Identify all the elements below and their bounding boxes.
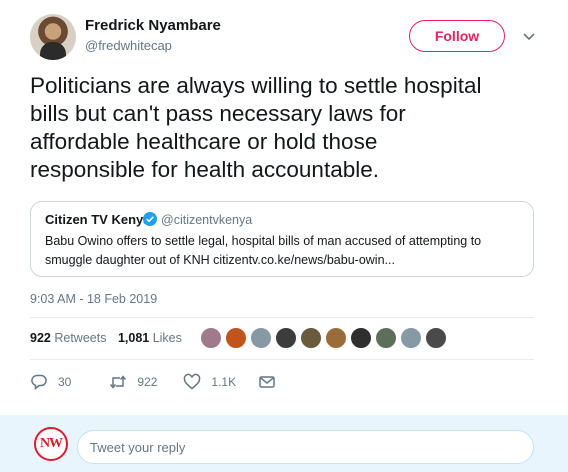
likes-stat[interactable]: 1,081 Likes: [118, 331, 182, 345]
reply-icon: [31, 374, 47, 391]
retweet-count: 922: [137, 375, 158, 389]
like-action[interactable]: 1.1K: [183, 373, 236, 391]
liker-avatar[interactable]: [249, 326, 273, 350]
retweets-label: Retweets: [54, 331, 107, 345]
reply-input[interactable]: Tweet your reply: [77, 430, 534, 464]
retweets-stat[interactable]: 922 Retweets: [30, 331, 106, 345]
liker-avatar[interactable]: [274, 326, 298, 350]
tweet-text: Politicians are always willing to settle…: [30, 72, 550, 184]
liker-avatar[interactable]: [374, 326, 398, 350]
tweet-text-line: responsible for health accountable.: [30, 157, 379, 182]
quoted-author-handle: @citizentvkenya: [161, 213, 253, 227]
quoted-text-line: smuggle daughter out of KNH citizentv.co…: [45, 253, 395, 267]
author-handle[interactable]: @fredwhitecap: [85, 38, 172, 53]
liker-avatar[interactable]: [349, 326, 373, 350]
author-name[interactable]: Fredrick Nyambare: [85, 17, 221, 34]
tweet-timestamp[interactable]: 9:03 AM - 18 Feb 2019: [30, 292, 157, 306]
tweet-stats: 922 Retweets 1,081 Likes: [30, 331, 182, 345]
divider: [30, 317, 534, 318]
message-action[interactable]: [258, 373, 286, 391]
retweets-count: 922: [30, 331, 51, 345]
reply-avatar-text: NW: [39, 436, 63, 451]
chevron-down-icon[interactable]: [521, 28, 537, 44]
follow-button[interactable]: Follow: [409, 20, 505, 52]
heart-icon: [184, 373, 201, 390]
liker-avatar[interactable]: [399, 326, 423, 350]
reply-action[interactable]: 30: [30, 373, 71, 391]
liker-avatar[interactable]: [424, 326, 448, 350]
likers-avatars[interactable]: [199, 326, 449, 352]
quoted-author-name: Citizen TV Kenya: [45, 212, 151, 227]
tweet-card: Fredrick Nyambare @fredwhitecap Follow P…: [0, 0, 568, 415]
quoted-tweet[interactable]: Citizen TV Kenya @citizentvkenya Babu Ow…: [30, 201, 534, 277]
likes-label: Likes: [152, 331, 182, 345]
likes-count: 1,081: [117, 331, 150, 345]
like-count: 1.1K: [211, 375, 237, 389]
verified-badge-icon: [143, 212, 157, 226]
envelope-icon: [259, 376, 275, 388]
retweet-action[interactable]: 922: [109, 373, 157, 391]
divider: [30, 359, 534, 360]
tweet-text-line: bills but can't pass necessary laws for: [30, 101, 406, 126]
liker-avatar[interactable]: [224, 326, 248, 350]
tweet-text-line: affordable healthcare or hold those: [30, 129, 378, 154]
tweet-actions: 30 922 1.1K: [30, 372, 306, 392]
liker-avatar[interactable]: [199, 326, 223, 350]
reply-user-avatar[interactable]: NW: [34, 427, 68, 461]
retweet-icon: [110, 375, 127, 389]
quoted-text-line: Babu Owino offers to settle legal, hospi…: [45, 234, 482, 248]
author-avatar[interactable]: [30, 14, 76, 60]
reply-count: 30: [58, 375, 72, 389]
liker-avatar[interactable]: [324, 326, 348, 350]
tweet-text-line: Politicians are always willing to settle…: [30, 73, 482, 98]
quoted-text: Babu Owino offers to settle legal, hospi…: [45, 232, 525, 270]
liker-avatar[interactable]: [299, 326, 323, 350]
